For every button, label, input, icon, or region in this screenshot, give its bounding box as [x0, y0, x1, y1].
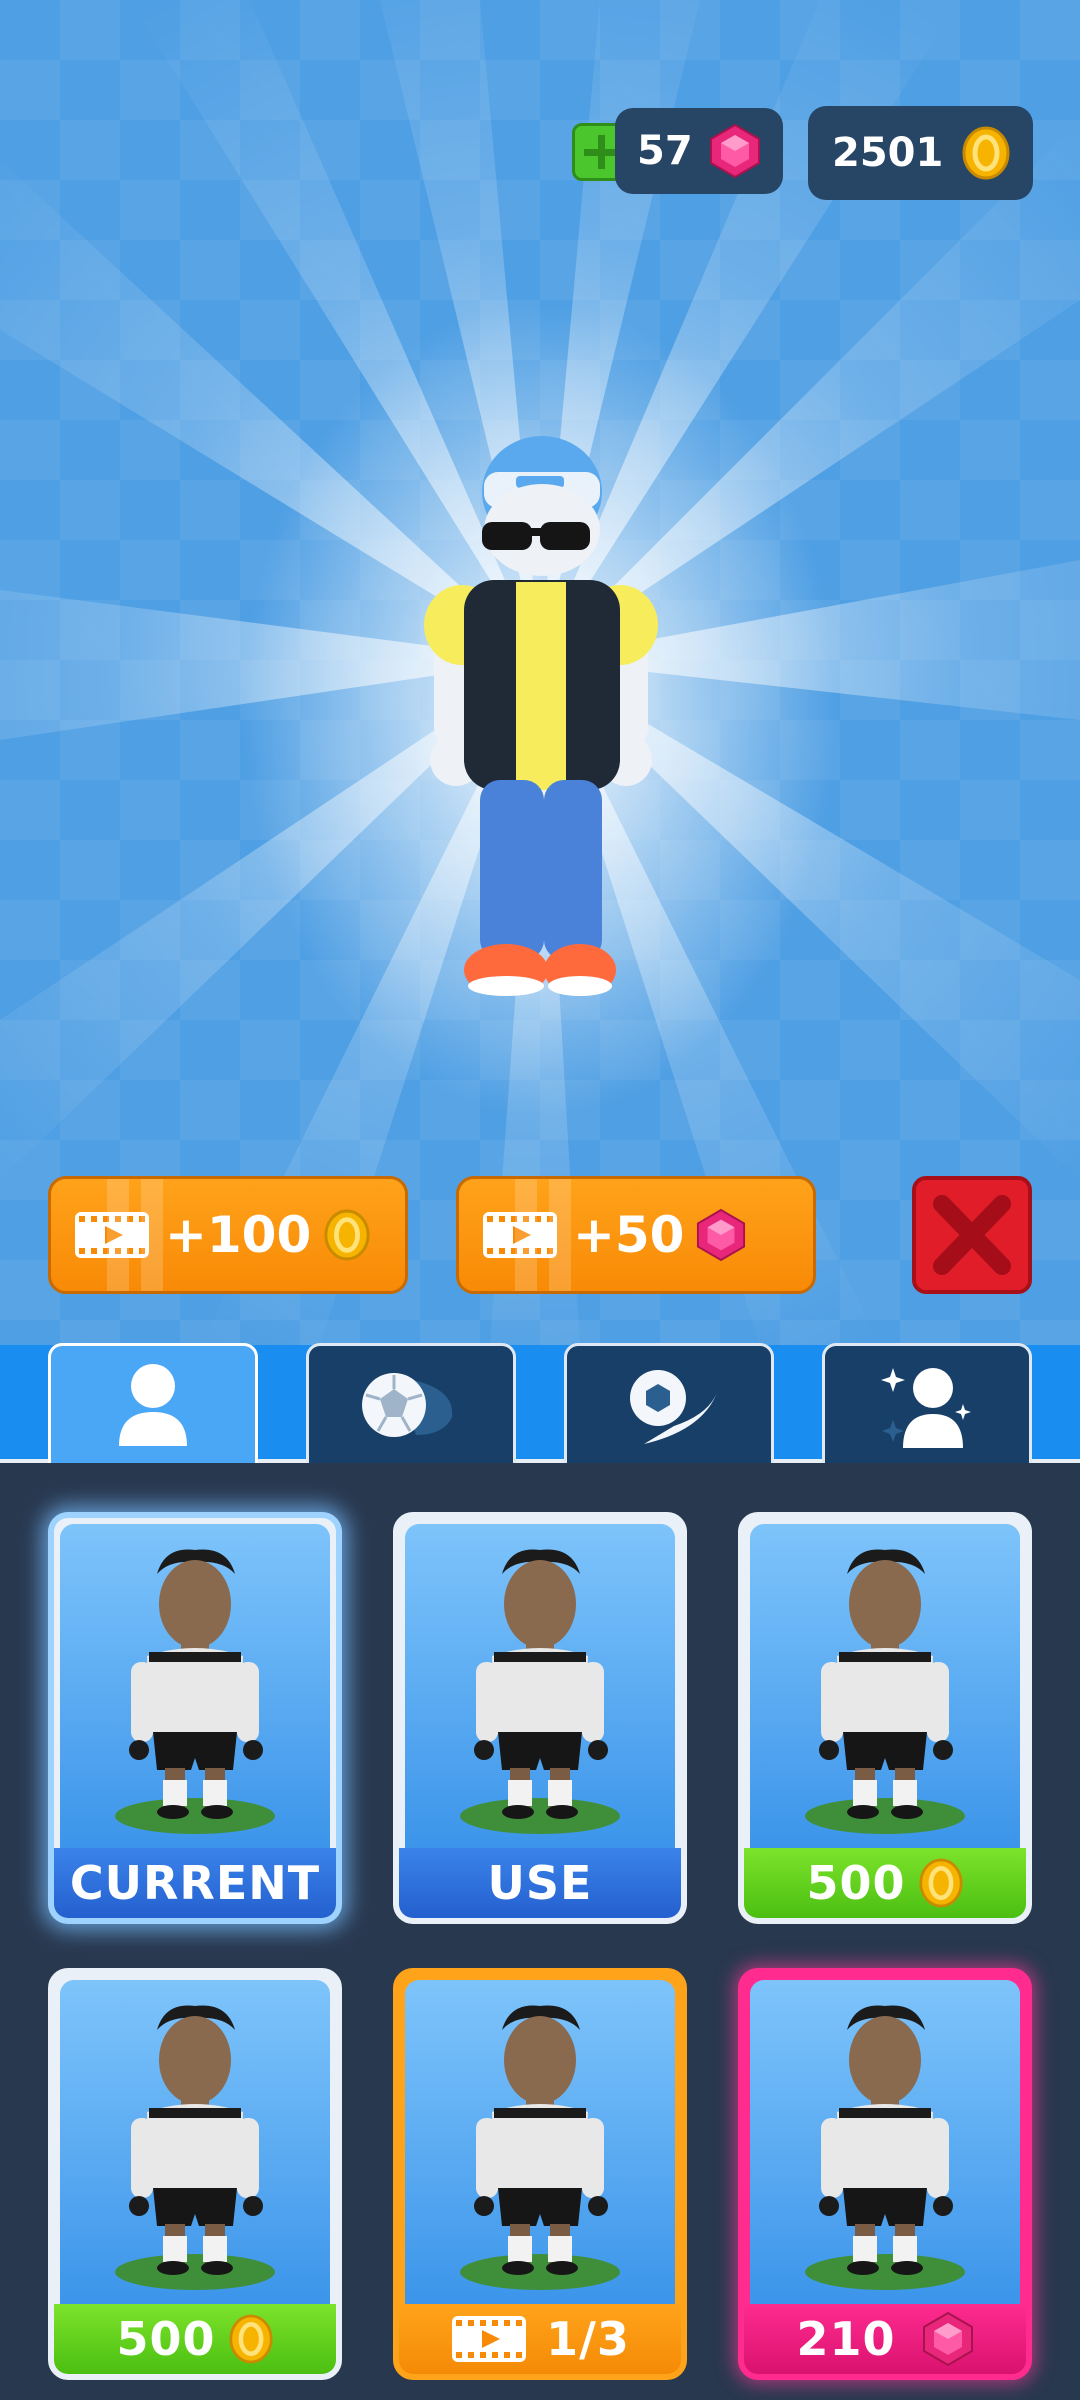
trail-icon — [630, 1369, 718, 1444]
coin-count: 2501 — [832, 130, 944, 176]
tab-character[interactable] — [48, 1343, 258, 1463]
watch-ad-unlock-button[interactable]: 1/3 — [399, 2304, 681, 2374]
reward-coins-label: +100 — [165, 1206, 312, 1264]
tab-emote[interactable] — [822, 1343, 1032, 1463]
skin-card[interactable]: 1/3 — [393, 1968, 687, 2380]
skin-preview — [60, 1524, 330, 1848]
buy-coins-button[interactable]: 500 — [744, 1848, 1026, 1918]
sparkle-person-icon — [881, 1367, 971, 1448]
skin-status-label: CURRENT — [54, 1848, 336, 1918]
gem-count: 57 — [637, 128, 693, 174]
skin-preview — [750, 1524, 1020, 1848]
skin-card[interactable]: USE — [393, 1512, 687, 1924]
footballer-figure — [805, 2005, 965, 2290]
button-stripe — [549, 1179, 571, 1291]
coin-icon — [324, 1209, 370, 1261]
skin-card[interactable]: 210 — [738, 1968, 1032, 2380]
skin-preview — [405, 1980, 675, 2304]
skin-card[interactable]: 500 — [738, 1512, 1032, 1924]
watch-ad-gems-button[interactable]: +50 — [456, 1176, 816, 1294]
skin-preview — [750, 1980, 1020, 2304]
footballer-figure — [115, 1549, 275, 1834]
button-stripe — [515, 1179, 537, 1291]
use-button[interactable]: USE — [399, 1848, 681, 1918]
buy-gems-button[interactable]: 210 — [744, 2304, 1026, 2374]
button-stripe — [107, 1179, 129, 1291]
gem-icon — [710, 123, 760, 179]
skin-preview — [60, 1980, 330, 2304]
ad-progress: 1/3 — [546, 2312, 630, 2366]
footballer-figure — [460, 2005, 620, 2290]
coin-icon — [918, 1858, 963, 1908]
buy-coins-button[interactable]: 500 — [54, 2304, 336, 2374]
gem-icon — [697, 1208, 746, 1262]
card-price: 500 — [806, 1856, 906, 1910]
ball-icon — [362, 1372, 453, 1437]
person-icon — [119, 1363, 187, 1446]
close-button[interactable] — [912, 1176, 1032, 1294]
video-icon — [452, 2316, 527, 2362]
footballer-figure — [115, 2005, 275, 2290]
tab-ball[interactable] — [306, 1343, 516, 1463]
skin-preview — [405, 1524, 675, 1848]
gem-counter: 57 — [615, 108, 783, 194]
card-label-text: CURRENT — [69, 1856, 321, 1910]
reward-gems-label: +50 — [573, 1206, 685, 1264]
coin-counter: 2501 — [808, 106, 1033, 200]
card-label-text: USE — [487, 1856, 593, 1910]
skin-card[interactable]: CURRENT — [48, 1512, 342, 1924]
footballer-figure — [805, 1549, 965, 1834]
tab-trail[interactable] — [564, 1343, 774, 1463]
button-stripe — [141, 1179, 163, 1291]
skin-card[interactable]: 500 — [48, 1968, 342, 2380]
avatar-stage — [0, 0, 1080, 1345]
card-price: 210 — [796, 2312, 896, 2366]
coin-icon — [962, 126, 1010, 180]
close-icon — [933, 1195, 1011, 1275]
player-avatar — [424, 436, 658, 996]
footballer-figure — [460, 1549, 620, 1834]
coin-icon — [228, 2314, 273, 2364]
watch-ad-coins-button[interactable]: +100 — [48, 1176, 408, 1294]
gem-icon — [922, 2311, 973, 2367]
card-price: 500 — [116, 2312, 216, 2366]
